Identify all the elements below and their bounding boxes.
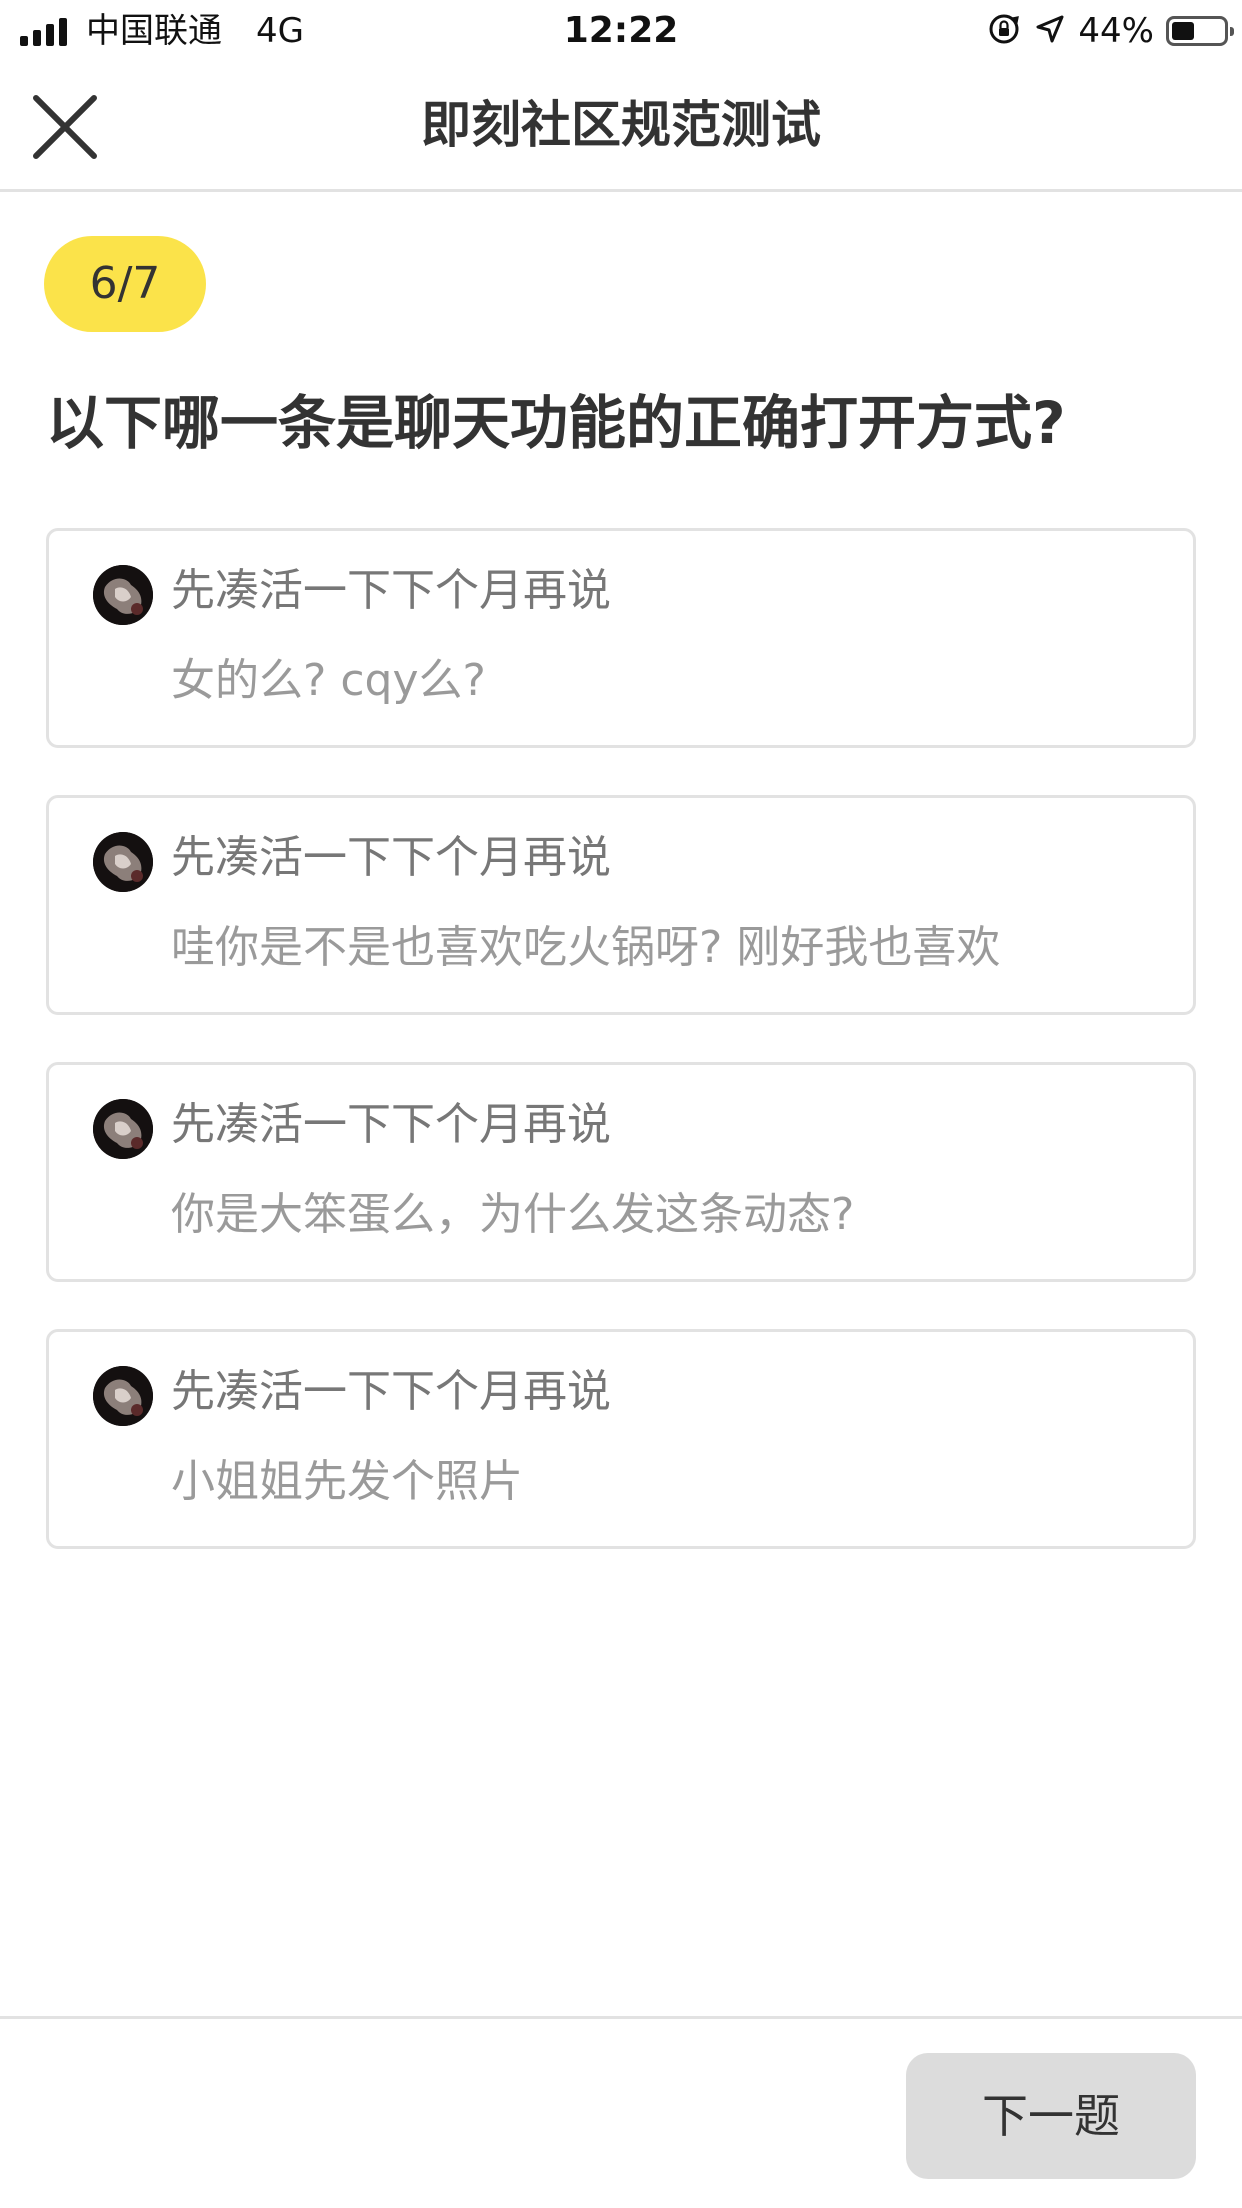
- option-message: 哇你是不是也喜欢吃火锅呀? 刚好我也喜欢: [171, 922, 1001, 973]
- option-message: 你是大笨蛋么，为什么发这条动态?: [171, 1189, 855, 1240]
- nav-bar: 即刻社区规范测试: [0, 62, 1242, 192]
- avatar: [93, 565, 153, 625]
- option-author: 先凑活一下下个月再说: [171, 832, 611, 883]
- avatar: [93, 1099, 153, 1159]
- option-author: 先凑活一下下个月再说: [171, 565, 611, 616]
- option-message: 女的么? cqy么?: [171, 655, 486, 706]
- status-indicators: 44%: [986, 10, 1234, 52]
- battery-percent: 44%: [1078, 11, 1154, 51]
- avatar: [93, 1366, 153, 1426]
- status-bar: 中国联通 4G 12:22 44%: [0, 0, 1242, 62]
- question-text: 以下哪一条是聊天功能的正确打开方式?: [46, 389, 1066, 457]
- close-icon: [33, 95, 97, 159]
- avatar: [93, 832, 153, 892]
- option-author: 先凑活一下下个月再说: [171, 1099, 611, 1150]
- orientation-lock-icon: [986, 11, 1022, 51]
- option-card[interactable]: 先凑活一下下个月再说 女的么? cqy么?: [46, 528, 1196, 748]
- location-arrow-icon: [1034, 13, 1066, 49]
- close-button[interactable]: [28, 90, 102, 164]
- next-question-button[interactable]: 下一题: [906, 2053, 1196, 2179]
- option-message: 小姐姐先发个照片: [171, 1456, 523, 1507]
- option-card[interactable]: 先凑活一下下个月再说 哇你是不是也喜欢吃火锅呀? 刚好我也喜欢: [46, 795, 1196, 1015]
- progress-badge: 6/7: [44, 236, 206, 332]
- battery-icon: [1166, 16, 1234, 46]
- option-card[interactable]: 先凑活一下下个月再说 小姐姐先发个照片: [46, 1329, 1196, 1549]
- battery-level-fill: [1172, 22, 1194, 40]
- bottom-bar: 下一题: [0, 2016, 1242, 2208]
- option-card[interactable]: 先凑活一下下个月再说 你是大笨蛋么，为什么发这条动态?: [46, 1062, 1196, 1282]
- option-author: 先凑活一下下个月再说: [171, 1366, 611, 1417]
- page-title: 即刻社区规范测试: [421, 96, 821, 154]
